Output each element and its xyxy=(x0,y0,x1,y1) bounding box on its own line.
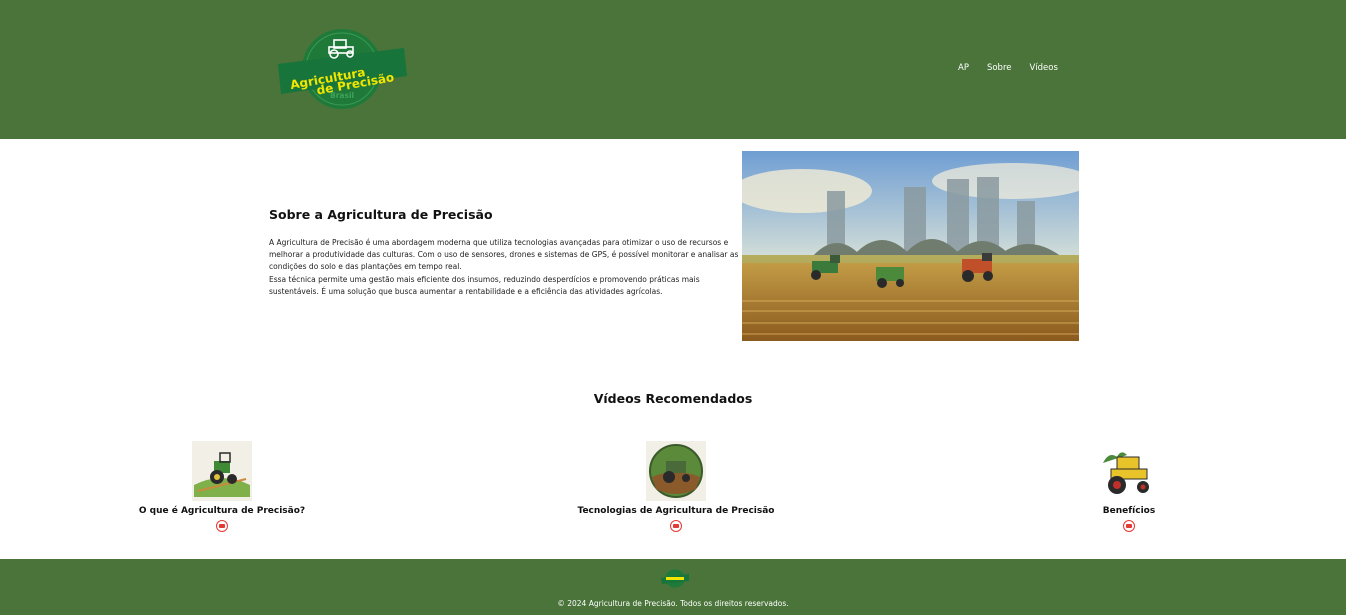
youtube-icon[interactable] xyxy=(216,520,228,532)
videos-title: Vídeos Recomendados xyxy=(593,391,753,406)
video-card-2[interactable]: Tecnologias de Agricultura de Precisão xyxy=(526,441,826,532)
logo-line3: Brasil xyxy=(330,91,354,100)
footer-logo[interactable] xyxy=(660,569,690,588)
video-card-3[interactable]: Benefícios xyxy=(979,441,1279,532)
nav-link-sobre[interactable]: Sobre xyxy=(987,63,1012,73)
video-label-3[interactable]: Benefícios xyxy=(979,506,1279,516)
youtube-icon[interactable] xyxy=(670,520,682,532)
video-card-1[interactable]: O que é Agricultura de Precisão? xyxy=(72,441,372,532)
tractor-badge-thumbnail xyxy=(646,441,706,501)
main-nav: AP Sobre Vídeos xyxy=(958,61,1058,75)
site-header: Agricultura de Precisão Brasil AP Sobre … xyxy=(0,0,1346,139)
about-paragraph-2: Essa técnica permite uma gestão mais efi… xyxy=(269,274,700,296)
video-label-2[interactable]: Tecnologias de Agricultura de Precisão xyxy=(526,506,826,516)
tractor-field-thumbnail xyxy=(192,441,252,501)
site-footer: © 2024 Agricultura de Precisão. Todos os… xyxy=(0,559,1346,615)
footer-copyright: © 2024 Agricultura de Precisão. Todos os… xyxy=(557,599,789,608)
nav-link-ap[interactable]: AP xyxy=(958,63,969,73)
about-title: Sobre a Agricultura de Precisão xyxy=(269,207,493,222)
site-logo[interactable]: Agricultura de Precisão Brasil xyxy=(276,28,408,110)
about-text: A Agricultura de Precisão é uma abordage… xyxy=(269,237,739,298)
nav-link-videos[interactable]: Vídeos xyxy=(1029,63,1057,73)
video-label-1[interactable]: O que é Agricultura de Precisão? xyxy=(72,506,372,516)
hero-image xyxy=(742,151,1079,341)
yellow-tractor-thumbnail xyxy=(1099,441,1159,501)
about-paragraph-1: A Agricultura de Precisão é uma abordage… xyxy=(269,238,739,272)
youtube-icon[interactable] xyxy=(1123,520,1135,532)
